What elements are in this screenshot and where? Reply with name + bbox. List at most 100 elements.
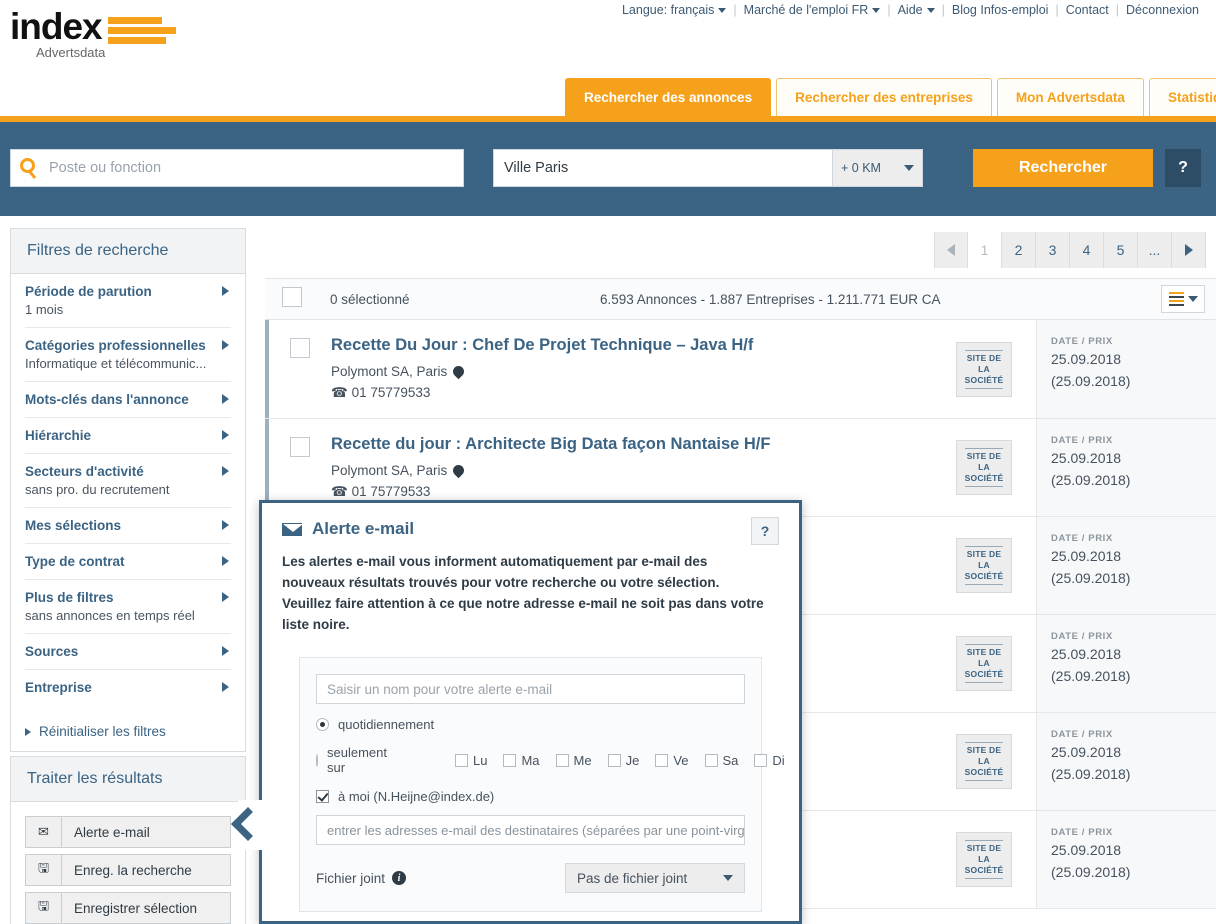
main-tabs: Rechercher des annonces Rechercher des e…: [565, 78, 1216, 116]
company-site-button[interactable]: SITE DE LA SOCIÉTÉ: [956, 832, 1012, 887]
chevron-down-icon: [872, 8, 881, 14]
date-price-label: DATE / PRIX: [1051, 631, 1113, 642]
filter-mots-cles[interactable]: Mots-clés dans l'annonce: [25, 382, 231, 418]
list-icon: [1168, 290, 1184, 308]
date-alt-value: (25.09.2018): [1051, 668, 1131, 684]
search-help-button[interactable]: ?: [1165, 149, 1201, 187]
send-to-self-checkbox[interactable]: [316, 790, 329, 803]
filter-label: Mots-clés dans l'annonce: [25, 392, 189, 407]
alert-name-placeholder: Saisir un nom pour votre alerte e-mail: [327, 681, 553, 697]
email-alert-dialog: Alerte e-mail ? Les alertes e-mail vous …: [259, 500, 802, 924]
date-value: 25.09.2018: [1051, 744, 1122, 760]
chevron-right-icon: [222, 520, 229, 530]
row-checkbox[interactable]: [269, 320, 331, 418]
logo[interactable]: index Advertsdata: [10, 8, 176, 60]
weekday-ve[interactable]: Ve: [655, 753, 689, 768]
tab-rechercher-annonces[interactable]: Rechercher des annonces: [565, 78, 772, 116]
date-price-cell: DATE / PRIX 25.09.2018 (25.09.2018): [1036, 811, 1216, 908]
chevron-down-icon: [723, 875, 733, 881]
filter-hierarchie[interactable]: Hiérarchie: [25, 418, 231, 454]
alerte-email-button[interactable]: ✉ Alerte e-mail: [25, 816, 231, 848]
weekday-sa[interactable]: Sa: [704, 753, 738, 768]
attachment-label: Fichier joint i: [316, 871, 407, 886]
date-price-label: DATE / PRIX: [1051, 533, 1113, 544]
top-link-contact[interactable]: Contact: [1059, 3, 1116, 17]
company-site-cell: SITE DE LA SOCIÉTÉ: [932, 320, 1036, 418]
radio-daily-label: quotidiennement: [338, 717, 435, 732]
filter-categories-professionnelles[interactable]: Catégories professionnelles Informatique…: [25, 328, 231, 382]
job-company: Polymont SA, Paris: [331, 363, 922, 380]
dialog-help-button[interactable]: ?: [751, 517, 779, 545]
tab-rechercher-entreprises[interactable]: Rechercher des entreprises: [776, 78, 992, 116]
pagination-ellipsis[interactable]: ...: [1138, 232, 1172, 268]
weekday-di[interactable]: Di: [754, 753, 785, 768]
chevron-right-icon: [222, 430, 229, 440]
page-root: Langue: français | Marché de l'emploi FR…: [0, 0, 1216, 924]
pagination-page-1[interactable]: 1: [968, 232, 1002, 268]
recipients-placeholder: entrer les adresses e-mail des destinata…: [327, 822, 745, 838]
radio-only-on[interactable]: [316, 753, 318, 767]
select-all-checkbox[interactable]: [282, 286, 302, 312]
filter-entreprise[interactable]: Entreprise: [25, 670, 231, 705]
filters-panel: Filtres de recherche Période de parution…: [10, 228, 246, 752]
recipients-input[interactable]: entrer les adresses e-mail des destinata…: [316, 815, 745, 845]
dialog-form: Saisir un nom pour votre alerte e-mail q…: [299, 657, 785, 912]
filter-mes-selections[interactable]: Mes sélections: [25, 508, 231, 544]
reset-filters-button[interactable]: Réinitialiser les filtres: [11, 713, 245, 751]
pagination-page-5[interactable]: 5: [1104, 232, 1138, 268]
job-title[interactable]: Recette du jour : Architecte Big Data fa…: [331, 433, 922, 455]
radio-daily[interactable]: [316, 718, 329, 731]
table-row[interactable]: Recette Du Jour : Chef De Projet Techniq…: [265, 320, 1216, 419]
filter-periode-parution[interactable]: Période de parution 1 mois: [25, 274, 231, 328]
info-icon[interactable]: i: [392, 871, 407, 885]
weekday-je[interactable]: Je: [607, 753, 639, 768]
process-results-panel: Traiter les résultats ✉ Alerte e-mail 🖫 …: [10, 756, 246, 924]
search-button[interactable]: Rechercher: [973, 149, 1153, 187]
weekday-me[interactable]: Me: [555, 753, 592, 768]
company-site-cell: SITE DE LA SOCIÉTÉ: [932, 713, 1036, 810]
save-selection-button[interactable]: 🖫 Enregistrer sélection: [25, 892, 231, 924]
selected-count-label: 0 sélectionné: [330, 291, 410, 307]
filter-secteurs-activite[interactable]: Secteurs d'activité sans pro. du recrute…: [25, 454, 231, 508]
pagination-page-4[interactable]: 4: [1070, 232, 1104, 268]
date-value: 25.09.2018: [1051, 351, 1122, 367]
company-site-button[interactable]: SITE DE LA SOCIÉTÉ: [956, 440, 1012, 495]
radius-select[interactable]: + 0 KM: [833, 149, 923, 187]
date-price-cell: DATE / PRIX 25.09.2018 (25.09.2018): [1036, 517, 1216, 614]
date-price-label: DATE / PRIX: [1051, 435, 1113, 446]
filter-label: Sources: [25, 644, 79, 659]
top-link-langue[interactable]: Langue: français: [615, 3, 733, 17]
company-site-button[interactable]: SITE DE LA SOCIÉTÉ: [956, 734, 1012, 789]
filter-sources[interactable]: Sources: [25, 634, 231, 670]
company-site-button[interactable]: SITE DE LA SOCIÉTÉ: [956, 538, 1012, 593]
filter-plus-de-filtres[interactable]: Plus de filtres sans annonces en temps r…: [25, 580, 231, 634]
chevron-right-icon: [222, 556, 229, 566]
weekday-lu[interactable]: Lu: [454, 753, 487, 768]
weekday-ma[interactable]: Ma: [503, 753, 540, 768]
frequency-daily-row[interactable]: quotidiennement: [316, 717, 745, 732]
alert-name-input[interactable]: Saisir un nom pour votre alerte e-mail: [316, 674, 745, 704]
pagination-next[interactable]: [1172, 232, 1206, 268]
top-link-deconnexion[interactable]: Déconnexion: [1119, 3, 1206, 17]
company-site-button[interactable]: SITE DE LA SOCIÉTÉ: [956, 341, 1012, 397]
save-search-button[interactable]: 🖫 Enreg. la recherche: [25, 854, 231, 886]
search-input-job[interactable]: Poste ou fonction: [10, 149, 464, 187]
logo-wordmark: index: [10, 6, 103, 47]
pagination-page-2[interactable]: 2: [1002, 232, 1036, 268]
send-to-self-row[interactable]: à moi (N.Heijne@index.de): [316, 789, 745, 804]
top-link-blog[interactable]: Blog Infos-emploi: [945, 3, 1056, 17]
top-link-marche[interactable]: Marché de l'emploi FR: [737, 3, 888, 17]
job-title[interactable]: Recette Du Jour : Chef De Projet Techniq…: [331, 334, 922, 356]
search-input-city[interactable]: Ville Paris: [493, 149, 833, 187]
pagination-page-3[interactable]: 3: [1036, 232, 1070, 268]
sort-options-button[interactable]: [1161, 285, 1205, 313]
top-link-aide[interactable]: Aide: [891, 3, 942, 17]
filter-type-contrat[interactable]: Type de contrat: [25, 544, 231, 580]
pagination-prev[interactable]: [934, 232, 968, 268]
tab-statistiques[interactable]: Statistiques: [1148, 78, 1216, 116]
tab-mon-advertsdata[interactable]: Mon Advertsdata: [996, 78, 1144, 116]
chevron-down-icon: [926, 8, 935, 14]
attachment-select[interactable]: Pas de fichier joint: [565, 863, 745, 893]
company-site-cell: SITE DE LA SOCIÉTÉ: [932, 517, 1036, 614]
company-site-button[interactable]: SITE DE LA SOCIÉTÉ: [956, 636, 1012, 691]
